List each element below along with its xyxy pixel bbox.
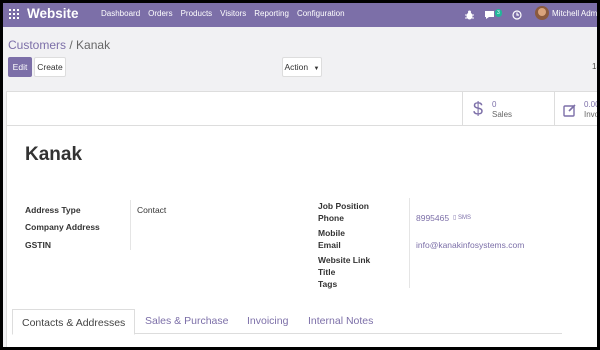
user-avatar[interactable] bbox=[535, 6, 549, 20]
job-position-label: Job Position bbox=[318, 201, 369, 211]
company-address-label: Company Address bbox=[25, 222, 100, 232]
phone-label: Phone bbox=[318, 213, 344, 223]
website-link-label: Website Link bbox=[318, 255, 371, 265]
edit-icon bbox=[563, 101, 577, 122]
right-field-divider bbox=[409, 198, 410, 288]
smart-button-box: $ 0 Sales 0.00 Invoi bbox=[7, 92, 597, 126]
gstin-label: GSTIN bbox=[25, 240, 51, 250]
mobile-label: Mobile bbox=[318, 228, 345, 238]
left-field-divider bbox=[130, 200, 131, 250]
user-name[interactable]: Mitchell Admin bbox=[552, 9, 597, 18]
form-sheet: $ 0 Sales 0.00 Invoi Kanak Address Type … bbox=[6, 91, 597, 347]
tags-label: Tags bbox=[318, 279, 338, 289]
sales-label: Sales bbox=[492, 110, 513, 119]
action-dropdown[interactable]: Action ▼ bbox=[282, 57, 322, 77]
breadcrumb-customers-link[interactable]: Customers bbox=[8, 38, 66, 52]
top-navbar: Website Dashboard Orders Products Visito… bbox=[3, 3, 597, 27]
invoiced-stat-button[interactable]: 0.00 Invoi bbox=[554, 92, 597, 126]
nav-orders[interactable]: Orders bbox=[148, 9, 172, 18]
create-button[interactable]: Create bbox=[34, 57, 66, 77]
sales-stat-button[interactable]: $ 0 Sales bbox=[462, 92, 554, 126]
tab-internal-notes[interactable]: Internal Notes bbox=[308, 308, 373, 334]
breadcrumb: Customers / Kanak bbox=[8, 38, 110, 52]
chat-count-badge: 3 bbox=[495, 9, 502, 17]
title-label: Title bbox=[318, 267, 336, 277]
nav-configuration[interactable]: Configuration bbox=[297, 9, 345, 18]
nav-reporting[interactable]: Reporting bbox=[254, 9, 289, 18]
breadcrumb-current: Kanak bbox=[76, 38, 111, 52]
nav-dashboard[interactable]: Dashboard bbox=[101, 9, 140, 18]
action-label: Action bbox=[284, 62, 309, 72]
activity-clock-icon[interactable] bbox=[512, 3, 522, 27]
invoiced-amount: 0.00 bbox=[584, 100, 597, 109]
sms-link[interactable]: ▯ SMS bbox=[453, 214, 471, 221]
pager[interactable]: 18 bbox=[592, 62, 597, 71]
notebook-tabs: Contacts & Addresses Sales & Purchase In… bbox=[12, 308, 562, 335]
sales-count: 0 bbox=[492, 100, 497, 109]
invoiced-label: Invoi bbox=[584, 110, 597, 119]
main-nav: Dashboard Orders Products Visitors Repor… bbox=[101, 9, 353, 18]
record-title: Kanak bbox=[25, 144, 83, 165]
email-label: Email bbox=[318, 240, 341, 250]
mobile-icon: ▯ bbox=[453, 215, 457, 221]
apps-menu-icon[interactable] bbox=[9, 9, 19, 19]
tab-invoicing[interactable]: Invoicing bbox=[247, 308, 288, 334]
phone-value[interactable]: 8995465 bbox=[416, 213, 449, 223]
nav-visitors[interactable]: Visitors bbox=[220, 9, 246, 18]
chat-icon[interactable] bbox=[484, 3, 495, 27]
nav-products[interactable]: Products bbox=[181, 9, 213, 18]
address-type-label: Address Type bbox=[25, 205, 81, 215]
tab-sales-purchase[interactable]: Sales & Purchase bbox=[145, 308, 228, 334]
email-value[interactable]: info@kanakinfosystems.com bbox=[416, 240, 524, 250]
edit-button[interactable]: Edit bbox=[8, 57, 32, 77]
tab-contacts-addresses[interactable]: Contacts & Addresses bbox=[12, 309, 136, 335]
app-window: Website Dashboard Orders Products Visito… bbox=[3, 3, 597, 347]
address-type-value: Contact bbox=[137, 205, 167, 215]
debug-bug-icon[interactable] bbox=[465, 3, 474, 27]
dollar-icon: $ bbox=[473, 99, 484, 119]
caret-down-icon: ▼ bbox=[313, 66, 320, 72]
app-brand[interactable]: Website bbox=[27, 6, 79, 21]
breadcrumb-separator: / bbox=[69, 38, 73, 52]
sms-label: SMS bbox=[457, 215, 471, 221]
